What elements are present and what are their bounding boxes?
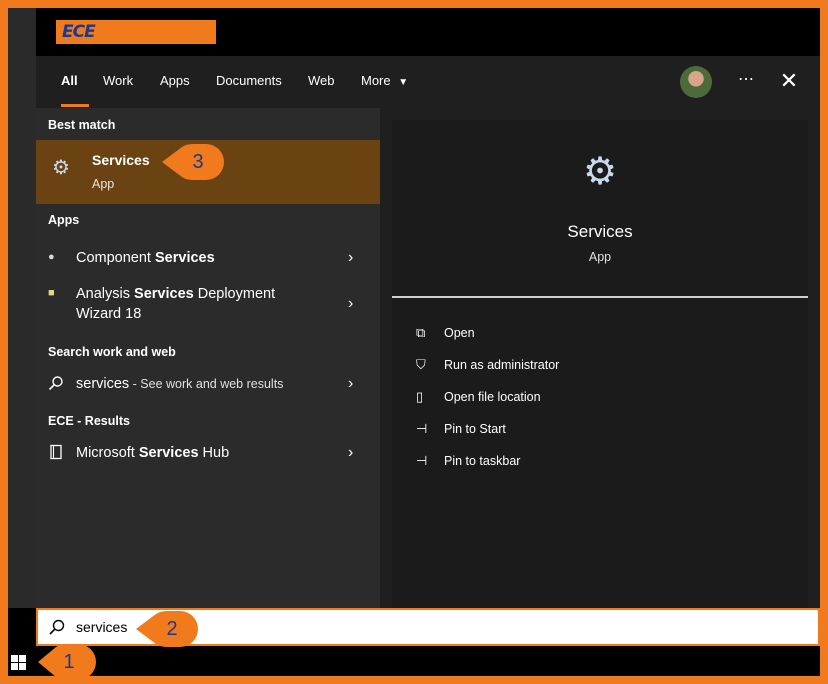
taskbar	[8, 648, 820, 676]
action-label: Open	[444, 326, 475, 340]
list-item-services-hub[interactable]: Microsoft Services Hub ›	[36, 441, 380, 469]
item-match: Services	[155, 250, 215, 266]
shield-icon: ⛉	[416, 357, 426, 372]
callout-label: 3	[192, 151, 204, 173]
analysis-services-icon: ■	[48, 287, 55, 299]
callout-step-3: 3	[162, 143, 224, 181]
chevron-right-icon[interactable]: ›	[348, 443, 362, 463]
tab-apps[interactable]: Apps	[160, 56, 190, 108]
best-match-title: Services	[92, 152, 150, 168]
windows-start-icon[interactable]	[11, 655, 27, 671]
services-gear-icon: ⚙	[582, 151, 618, 193]
item-prefix: Component	[76, 250, 155, 266]
close-icon[interactable]: ✕	[774, 66, 804, 96]
best-match-heading: Best match	[48, 118, 116, 132]
search-input[interactable]: services	[76, 619, 127, 635]
ece-results-heading: ECE - Results	[48, 414, 130, 428]
action-pin-to-start[interactable]: ⊣ Pin to Start	[416, 418, 776, 442]
chevron-right-icon[interactable]: ›	[348, 294, 362, 314]
item-suffix: Hub	[198, 445, 230, 461]
list-item-analysis-services[interactable]: ■ Analysis Services Deployment Wizard 18 …	[36, 282, 380, 326]
user-avatar[interactable]	[680, 66, 712, 98]
action-label: Pin to taskbar	[444, 454, 521, 468]
tab-work[interactable]: Work	[103, 56, 133, 108]
screen-frame: ECE All Work Apps Documents Web More ▼ ⋯…	[8, 8, 820, 676]
callout-step-2: 2	[136, 610, 198, 648]
action-label: Pin to Start	[444, 422, 506, 436]
best-match-subtitle: App	[92, 177, 115, 191]
list-item-label: Microsoft Services Hub	[76, 443, 229, 463]
open-icon: ⧉	[416, 325, 426, 340]
detail-subtitle: App	[588, 250, 612, 264]
search-web-heading: Search work and web	[48, 345, 176, 359]
chevron-right-icon[interactable]: ›	[348, 374, 362, 394]
list-item-label: Component Services	[76, 248, 215, 268]
item-prefix: Analysis	[76, 286, 135, 302]
list-item-label: services - See work and web results	[76, 374, 283, 394]
item-match: Services	[138, 445, 199, 461]
action-run-as-admin[interactable]: ⛉ Run as administrator	[416, 354, 776, 378]
ece-logo: ECE	[56, 20, 216, 44]
search-icon	[48, 618, 66, 636]
web-hint: - See work and web results	[129, 377, 284, 391]
web-query: services	[76, 376, 130, 392]
detail-divider	[392, 296, 808, 298]
list-item-label: Analysis Services Deployment Wizard 18	[76, 284, 275, 324]
callout-step-1: 1	[38, 643, 96, 681]
tab-more[interactable]: More ▼	[361, 56, 408, 108]
file-location-icon: ▯	[416, 389, 424, 404]
item-line2: Wizard 18	[76, 306, 142, 322]
tab-documents[interactable]: Documents	[216, 56, 282, 108]
action-pin-to-taskbar[interactable]: ⊣ Pin to taskbar	[416, 450, 776, 474]
detail-pane: ⚙ Services App ⧉ Open ⛉ Run as administr…	[392, 120, 808, 608]
action-label: Run as administrator	[444, 358, 560, 372]
more-options-icon[interactable]: ⋯	[734, 64, 758, 96]
pin-icon: ⊣	[416, 421, 428, 436]
search-tabs-bar: All Work Apps Documents Web More ▼ ⋯ ✕	[36, 56, 820, 108]
desktop-edge	[8, 8, 36, 608]
item-match: Services	[134, 286, 194, 302]
detail-title: Services	[567, 222, 633, 241]
bookmark-icon	[48, 444, 64, 460]
item-prefix: Microsoft	[76, 445, 139, 461]
component-services-icon: ●	[48, 251, 55, 263]
tab-web[interactable]: Web	[308, 56, 335, 108]
callout-label: 1	[63, 651, 75, 673]
active-tab-indicator	[61, 104, 89, 107]
search-icon	[48, 375, 64, 391]
callout-label: 2	[166, 618, 178, 640]
action-open[interactable]: ⧉ Open	[416, 322, 776, 346]
logo-text: ECE	[62, 22, 96, 42]
item-suffix: Deployment	[193, 286, 276, 302]
list-item-component-services[interactable]: ● Component Services ›	[36, 246, 380, 274]
tab-all[interactable]: All	[61, 56, 78, 108]
pin-icon: ⊣	[416, 453, 428, 468]
tab-more-label: More	[361, 73, 391, 88]
action-open-file-location[interactable]: ▯ Open file location	[416, 386, 776, 410]
caret-down-icon: ▼	[398, 77, 409, 88]
results-list: Best match ⚙ Services App Apps ● Compone…	[36, 108, 380, 608]
services-gear-icon: ⚙	[52, 157, 70, 179]
apps-heading: Apps	[48, 213, 80, 227]
list-item-web-search[interactable]: services - See work and web results ›	[36, 372, 380, 400]
chevron-right-icon[interactable]: ›	[348, 248, 362, 268]
action-label: Open file location	[444, 390, 541, 404]
start-search-panel: All Work Apps Documents Web More ▼ ⋯ ✕ B…	[36, 56, 820, 608]
